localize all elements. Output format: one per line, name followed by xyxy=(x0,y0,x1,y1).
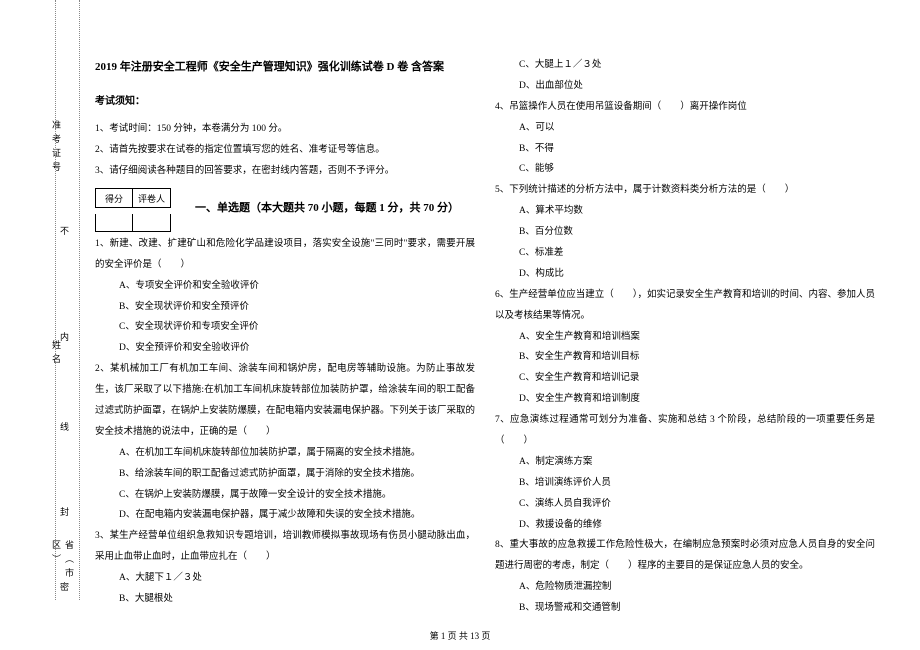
option: A、可以 xyxy=(495,118,875,139)
sidebar-label: 准考证号 xyxy=(50,120,63,176)
question-stem: 4、吊篮操作人员在使用吊篮设备期间（ ）离开操作岗位 xyxy=(495,97,875,118)
option: D、在配电箱内安装漏电保护器，属于减少故障和失误的安全技术措施。 xyxy=(95,505,475,526)
option: A、制定演练方案 xyxy=(495,452,875,473)
option: C、在锅炉上安装防爆膜，属于故障一安全设计的安全技术措施。 xyxy=(95,485,475,506)
option: A、在机加工车间机床旋转部位加装防护罩，属于隔离的安全技术措施。 xyxy=(95,443,475,464)
option: B、大腿根处 xyxy=(95,589,475,610)
main-content: 2019 年注册安全工程师《安全生产管理知识》强化训练试卷 D 卷 含答案 考试… xyxy=(95,55,875,619)
fold-mark: 封 xyxy=(60,505,69,518)
option: A、危险物质泄漏控制 xyxy=(495,577,875,598)
exam-notice-heading: 考试须知： xyxy=(95,91,475,113)
reviewer-blank xyxy=(133,214,171,232)
option: A、安全生产教育和培训档案 xyxy=(495,327,875,348)
fold-mark: 线 xyxy=(60,420,69,433)
option: A、专项安全评价和安全验收评价 xyxy=(95,276,475,297)
question-stem: 6、生产经营单位应当建立（ ），如实记录安全生产教育和培训的时间、内容、参加人员… xyxy=(495,285,875,327)
reviewer-header: 评卷人 xyxy=(133,188,171,208)
option: D、安全生产教育和培训制度 xyxy=(495,389,875,410)
sidebar-label: 姓名 xyxy=(50,340,63,368)
option: C、演练人员自我评价 xyxy=(495,494,875,515)
option: B、培训演练评价人员 xyxy=(495,473,875,494)
option: A、大腿下１／３处 xyxy=(95,568,475,589)
inner-dotted-border xyxy=(55,0,56,600)
option: C、安全生产教育和培训记录 xyxy=(495,368,875,389)
question-stem: 1、新建、改建、扩建矿山和危险化学品建设项目，落实安全设施"三同时"要求，需要开… xyxy=(95,234,475,276)
option: C、大腿上１／３处 xyxy=(495,55,875,76)
option: B、百分位数 xyxy=(495,222,875,243)
fold-mark: 密 xyxy=(60,580,69,593)
section-title: 一、单选题（本大题共 70 小题，每题 1 分，共 70 分） xyxy=(179,186,475,220)
option: C、能够 xyxy=(495,159,875,180)
score-table: 得分 评卷人 xyxy=(95,182,171,234)
document-title: 2019 年注册安全工程师《安全生产管理知识》强化训练试卷 D 卷 含答案 xyxy=(95,55,475,79)
question-stem: 2、某机械加工厂有机加工车间、涂装车间和锅炉房，配电房等辅助设施。为防止事故发生… xyxy=(95,359,475,443)
option: B、现场警戒和交通管制 xyxy=(495,598,875,619)
option: B、给涂装车间的职工配备过滤式防护面罩，属于消除的安全技术措施。 xyxy=(95,464,475,485)
option: A、算术平均数 xyxy=(495,201,875,222)
question-stem: 3、某生产经营单位组织急救知识专题培训，培训教师模拟事故现场有伤员小腿动脉出血，… xyxy=(95,526,475,568)
score-header: 得分 xyxy=(95,188,133,208)
option: D、构成比 xyxy=(495,264,875,285)
option: D、安全预评价和安全验收评价 xyxy=(95,338,475,359)
question-stem: 5、下列统计描述的分析方法中，属于计数资料类分析方法的是（ ） xyxy=(495,180,875,201)
question-stem: 8、重大事故的应急救援工作危险性极大，在编制应急预案时必须对应急人员自身的安全问… xyxy=(495,535,875,577)
option: B、不得 xyxy=(495,139,875,160)
option: B、安全现状评价和安全预评价 xyxy=(95,297,475,318)
page-footer: 第 1 页 共 13 页 xyxy=(0,629,920,642)
score-blank xyxy=(95,214,133,232)
option: D、出血部位处 xyxy=(495,76,875,97)
option: C、安全现状评价和专项安全评价 xyxy=(95,317,475,338)
option: D、救援设备的维修 xyxy=(495,515,875,536)
option: B、安全生产教育和培训目标 xyxy=(495,347,875,368)
right-column: C、大腿上１／３处 D、出血部位处 4、吊篮操作人员在使用吊篮设备期间（ ）离开… xyxy=(495,55,875,619)
instruction-line: 1、考试时间：150 分钟，本卷满分为 100 分。 xyxy=(95,119,475,140)
instruction-line: 2、请首先按要求在试卷的指定位置填写您的姓名、准考证号等信息。 xyxy=(95,140,475,161)
fold-mark: 内 xyxy=(60,330,69,343)
left-column: 2019 年注册安全工程师《安全生产管理知识》强化训练试卷 D 卷 含答案 考试… xyxy=(95,55,475,619)
option: C、标准差 xyxy=(495,243,875,264)
fold-mark: 不 xyxy=(60,224,69,237)
instruction-line: 3、请仔细阅读各种题目的回答要求，在密封线内答题，否则不予评分。 xyxy=(95,161,475,182)
question-stem: 7、应急演练过程通常可划分为准备、实施和总结 3 个阶段，总结阶段的一项重要任务… xyxy=(495,410,875,452)
